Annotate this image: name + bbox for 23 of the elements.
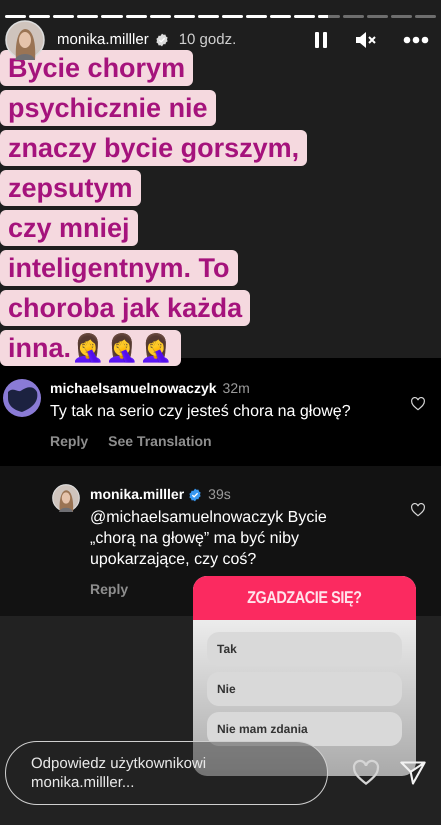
comment-time: 32m	[222, 379, 250, 398]
comment-text: @michaelsamuelnowaczyk Bycie „chorą na głowę” ma być niby upokarzające, czy coś?	[90, 508, 328, 570]
poll-option[interactable]: Nie	[207, 672, 402, 706]
send-icon[interactable]	[399, 759, 427, 787]
comment-time: 39s	[208, 485, 231, 504]
comment-username[interactable]: monika.milller	[90, 484, 184, 505]
comment-action-link[interactable]: Reply	[50, 431, 88, 452]
like-heart-icon[interactable]	[351, 758, 381, 788]
avatar[interactable]	[2, 378, 42, 418]
poll-option[interactable]: Nie mam zdania	[207, 712, 402, 746]
pause-icon[interactable]	[313, 31, 329, 49]
like-heart-icon[interactable]	[410, 502, 426, 518]
comment-text: Ty tak na serio czy jesteś chora na głowę?	[50, 402, 352, 422]
like-heart-icon[interactable]	[410, 396, 426, 412]
reply-field[interactable]: Odpowiedz użytkownikowi monika.milller...	[5, 741, 328, 805]
comment-username[interactable]: michaelsamuelnowaczyk	[50, 378, 217, 399]
more-options-icon[interactable]	[403, 36, 429, 44]
muted-speaker-icon[interactable]	[355, 31, 377, 49]
comment-action-link[interactable]: See Translation	[108, 431, 212, 452]
avatar[interactable]	[52, 484, 80, 512]
comment-action-link[interactable]: Reply	[90, 579, 128, 600]
story-time: 10 godz.	[178, 30, 236, 50]
poll-question: ZGADZACIE SIĘ?	[247, 587, 362, 610]
